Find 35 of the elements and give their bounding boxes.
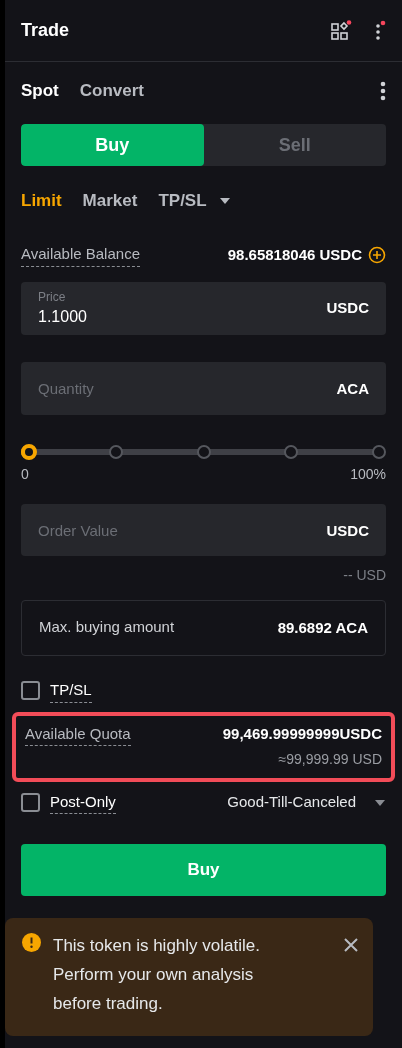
more-icon[interactable] [380, 81, 386, 101]
order-value-usd: -- USD [343, 566, 386, 585]
quota-usd: ≈99,999.99 USD [278, 750, 382, 770]
price-field[interactable]: Price 1.1000 USDC [21, 282, 386, 335]
max-buy-label: Max. buying amount [39, 616, 175, 637]
quota-label: Available Quota [25, 722, 131, 747]
checkbox[interactable] [21, 681, 40, 701]
caret-icon [374, 798, 386, 807]
order-type-tab[interactable]: Market [82, 188, 138, 214]
unit-label: USDC [326, 521, 369, 541]
max-buy-value: 89.6892 ACA [277, 617, 368, 638]
slider-max-label: 100% [350, 465, 386, 484]
tpsl-label[interactable]: TP/SL [50, 679, 92, 703]
warning-icon [22, 932, 41, 952]
slider-track[interactable] [21, 444, 386, 460]
checkbox[interactable] [21, 793, 40, 812]
trade-mode-tab[interactable]: Convert [79, 78, 144, 104]
add-icon[interactable] [368, 246, 386, 264]
trade-mode-tab[interactable]: Spot [21, 78, 59, 104]
post-only-label[interactable]: Post-Only [50, 790, 116, 815]
order-type-tab[interactable]: TP/SL [158, 188, 231, 214]
page-title: Trade [21, 19, 70, 42]
unit-label: ACA [336, 379, 369, 399]
close-icon[interactable] [343, 936, 359, 953]
apps-icon[interactable] [330, 19, 352, 42]
slider-thumb[interactable] [21, 444, 37, 460]
caret-icon [218, 197, 231, 205]
more-icon[interactable] [374, 19, 386, 42]
balance-label: Available Balance [21, 243, 140, 267]
warning-message: This token is highly volatile. Perform your own analysis before trading. [53, 934, 261, 1015]
time-in-force-dropdown[interactable]: Good-Till-Canceled [227, 791, 386, 814]
quota-value: 99,469.99999999USDC [222, 724, 382, 745]
order-type-tab[interactable]: Limit [21, 188, 62, 214]
slider-min-label: 0 [21, 465, 29, 484]
balance-value: 98.65818046 USDC [227, 244, 362, 265]
